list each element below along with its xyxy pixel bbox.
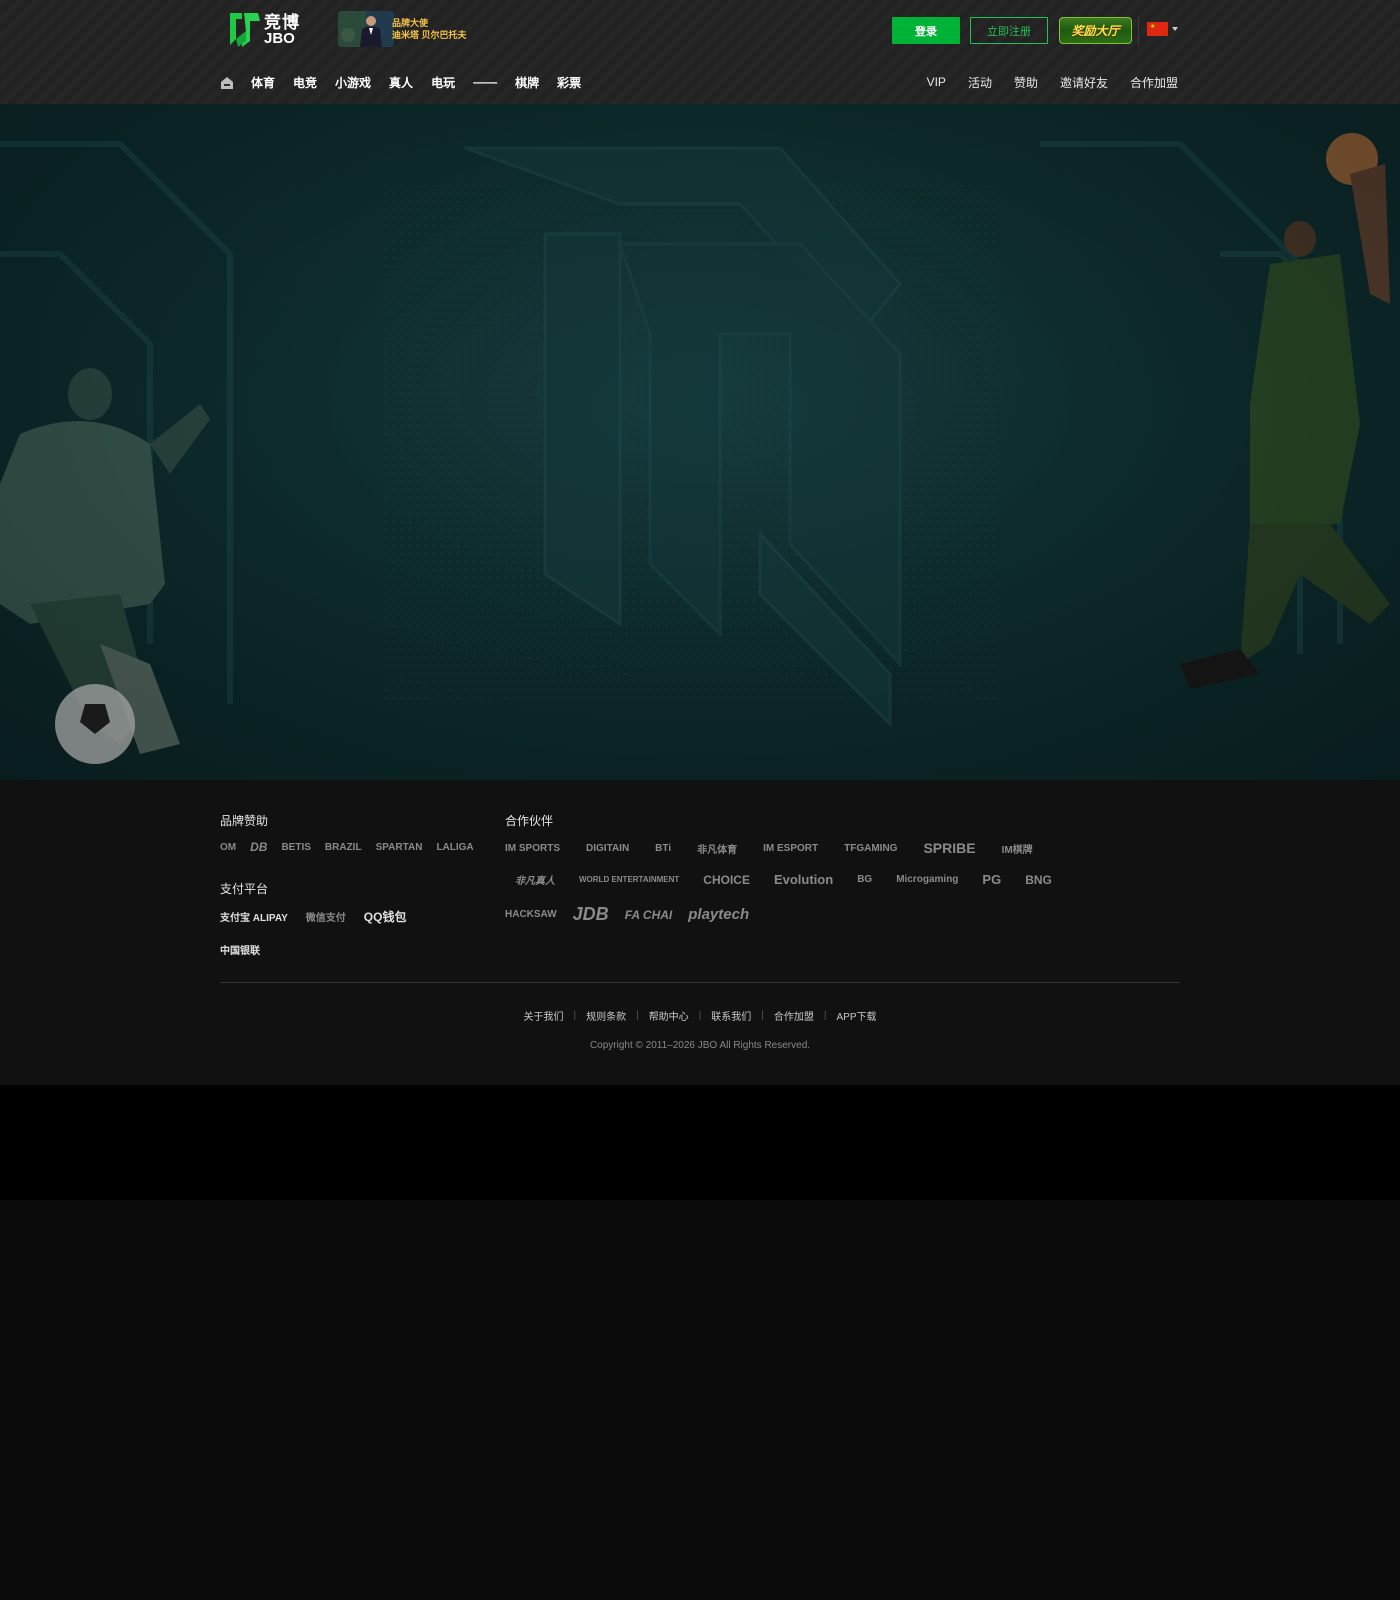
login-button[interactable]: 登录 <box>892 17 960 44</box>
unionpay-row: 中国银联 <box>220 942 260 957</box>
link-affiliate[interactable]: 合作加盟 <box>774 1008 814 1023</box>
header-top-row: 竞博 JBO 品牌大使 迪米塔 贝尔巴托夫 登录 立即注册 奖励大厅 ★ <box>0 0 1400 60</box>
partner-logo[interactable]: Microgaming <box>896 874 958 885</box>
china-flag-icon: ★ <box>1147 22 1168 36</box>
nav-mini-games[interactable]: 小游戏 <box>335 74 371 91</box>
jbo-logo-icon <box>230 13 260 47</box>
partner-logo[interactable]: IM棋牌 <box>1002 841 1033 856</box>
partner-logo[interactable]: HACKSAW <box>505 909 557 920</box>
qq-wallet-logo[interactable]: QQ钱包 <box>364 908 407 925</box>
jbo-logo[interactable]: 竞博 JBO <box>228 10 310 50</box>
nav-slots[interactable]: 电玩 <box>431 74 455 91</box>
nav-lottery[interactable]: 彩票 <box>557 74 581 91</box>
partners-row-2: 非凡真人 WORLD ENTERTAINMENT CHOICE Evolutio… <box>515 872 1052 887</box>
sponsor-logo[interactable]: LALIGA <box>436 842 473 853</box>
sponsor-logo[interactable]: SPARTAN <box>376 842 423 853</box>
sponsor-logos: OM DB BETIS BRAZIL SPARTAN LALIGA <box>220 840 474 854</box>
sponsor-logo[interactable]: BRAZIL <box>325 842 362 853</box>
link-help-center[interactable]: 帮助中心 <box>649 1008 689 1023</box>
payment-logos: 支付宝 ALIPAY 微信支付 QQ钱包 <box>220 908 406 925</box>
nav-sponsorship[interactable]: 赞助 <box>1014 74 1038 91</box>
nav-invite-friends[interactable]: 邀请好友 <box>1060 74 1108 91</box>
link-about-us[interactable]: 关于我们 <box>523 1008 563 1023</box>
partner-logo[interactable]: TFGAMING <box>844 843 897 854</box>
header-divider <box>1138 16 1139 46</box>
brand-ambassador[interactable]: 品牌大使 迪米塔 贝尔巴托夫 <box>338 10 488 48</box>
payment-title: 支付平台 <box>220 882 269 896</box>
partner-logo[interactable]: SPRIBE <box>923 840 975 856</box>
nav-esports[interactable]: 电竞 <box>293 74 317 91</box>
language-selector[interactable]: ★ <box>1147 21 1181 37</box>
logo-cn: 竞博 <box>264 13 300 32</box>
footer-links: 关于我们 | 规则条款 | 帮助中心 | 联系我们 | 合作加盟 | APP下载 <box>0 1008 1400 1023</box>
sponsor-logo[interactable]: DB <box>250 840 267 854</box>
ambassador-text: 品牌大使 迪米塔 贝尔巴托夫 <box>392 17 467 41</box>
site-footer: 品牌赞助 OM DB BETIS BRAZIL SPARTAN LALIGA 支… <box>0 780 1400 1085</box>
partner-logo[interactable]: BG <box>857 874 872 885</box>
link-separator: | <box>573 1010 577 1021</box>
partner-logo[interactable]: CHOICE <box>703 873 750 887</box>
partner-logo[interactable]: WORLD ENTERTAINMENT <box>579 875 679 884</box>
nav-sports[interactable]: 体育 <box>251 74 275 91</box>
reward-hall-button[interactable]: 奖励大厅 <box>1059 17 1132 44</box>
logo-text: 竞博 JBO <box>264 14 300 46</box>
hero-artwork <box>0 104 1400 780</box>
ambassador-name: 迪米塔 贝尔巴托夫 <box>392 30 467 40</box>
nav-placeholder[interactable]: —— <box>473 75 497 89</box>
partners-row-1: IM SPORTS DIGITAIN BTi 非凡体育 IM ESPORT TF… <box>505 840 1033 856</box>
nav-card-games[interactable]: 棋牌 <box>515 74 539 91</box>
partner-logo[interactable]: BTi <box>655 843 671 854</box>
home-icon[interactable] <box>220 76 234 90</box>
ambassador-title: 品牌大使 <box>392 18 429 28</box>
nav-left: 体育 电竞 小游戏 真人 电玩 —— 棋牌 彩票 <box>220 62 599 102</box>
nav-affiliate[interactable]: 合作加盟 <box>1130 74 1178 91</box>
partners-row-3: HACKSAW JDB FA CHAI playtech <box>505 904 749 925</box>
nav-vip[interactable]: VIP <box>927 75 946 89</box>
hero-banner <box>0 104 1400 780</box>
partner-logo[interactable]: 非凡体育 <box>697 841 737 856</box>
footer-divider <box>220 982 1180 983</box>
nav-live-casino[interactable]: 真人 <box>389 74 413 91</box>
link-separator: | <box>823 1010 827 1021</box>
partner-logo[interactable]: playtech <box>688 906 749 923</box>
register-button[interactable]: 立即注册 <box>970 17 1048 44</box>
partner-logo[interactable]: DIGITAIN <box>586 843 629 854</box>
nav-right: VIP 活动 赞助 邀请好友 合作加盟 <box>905 62 1178 102</box>
main-nav: 体育 电竞 小游戏 真人 电玩 —— 棋牌 彩票 VIP 活动 赞助 邀请好友 … <box>0 62 1400 102</box>
blank-area <box>0 1200 1400 1600</box>
link-separator: | <box>636 1010 639 1021</box>
partner-logo[interactable]: 非凡真人 <box>515 872 555 887</box>
partner-logo[interactable]: JDB <box>573 904 609 925</box>
partner-logo[interactable]: FA CHAI <box>625 908 673 922</box>
partner-logo[interactable]: BNG <box>1025 873 1052 887</box>
copyright: Copyright © 2011–2026 JBO All Rights Res… <box>589 1040 811 1051</box>
partner-logo[interactable]: IM SPORTS <box>505 843 560 854</box>
link-app-download[interactable]: APP下载 <box>837 1008 877 1023</box>
partners-title: 合作伙伴 <box>505 814 554 828</box>
partner-logo[interactable]: Evolution <box>774 872 833 887</box>
link-separator: | <box>761 1010 764 1021</box>
unionpay-logo[interactable]: 中国银联 <box>220 942 260 957</box>
sponsor-logo[interactable]: OM <box>220 842 236 853</box>
partner-logo[interactable]: PG <box>982 872 1001 887</box>
link-contact-us[interactable]: 联系我们 <box>711 1008 751 1023</box>
chevron-down-icon <box>1172 27 1178 31</box>
partner-logo[interactable]: IM ESPORT <box>763 843 818 854</box>
blank-band <box>0 1085 1400 1200</box>
link-terms[interactable]: 规则条款 <box>586 1008 626 1023</box>
sponsor-logo[interactable]: BETIS <box>281 842 310 853</box>
alipay-logo[interactable]: 支付宝 ALIPAY <box>220 909 288 924</box>
wechat-pay-logo[interactable]: 微信支付 <box>306 909 346 924</box>
ambassador-photo <box>338 11 394 47</box>
nav-promotions[interactable]: 活动 <box>968 74 992 91</box>
link-separator: | <box>698 1010 702 1021</box>
site-header: 竞博 JBO 品牌大使 迪米塔 贝尔巴托夫 登录 立即注册 奖励大厅 ★ 体育 … <box>0 0 1400 104</box>
sponsor-title: 品牌赞助 <box>220 814 269 828</box>
logo-en: JBO <box>264 30 295 47</box>
